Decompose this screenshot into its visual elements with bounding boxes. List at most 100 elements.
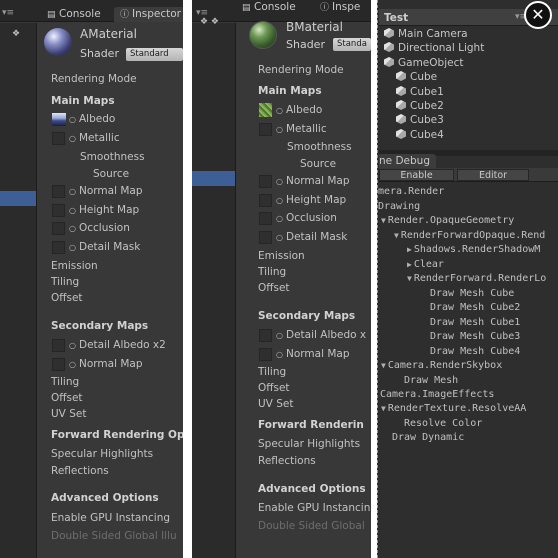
event-item[interactable]: Drawing <box>378 201 420 212</box>
event-item[interactable]: ▼ Camera.RenderSkybox <box>381 360 502 371</box>
tab-menu-icon[interactable]: ▾≡ <box>2 8 14 18</box>
collapsed-arrow-icon[interactable]: ▶ <box>407 260 412 269</box>
event-item[interactable]: Draw Mesh Cube1 <box>430 317 520 328</box>
event-item[interactable]: ▼ Render.OpaqueGeometry <box>381 215 514 226</box>
tag-icon[interactable]: ❖ ❖ <box>200 17 219 27</box>
offset-label: Offset <box>51 292 83 304</box>
expanded-arrow-icon[interactable]: ▼ <box>394 231 399 240</box>
event-item[interactable]: Camera.ImageEffects <box>380 389 494 400</box>
circle-icon: ○ <box>69 243 76 252</box>
height-map-slot[interactable] <box>259 194 272 207</box>
event-item[interactable]: mera.Render <box>378 186 444 197</box>
detail-mask-label[interactable]: ○ Detail Mask <box>69 241 140 253</box>
metallic-label[interactable]: ○ Metallic <box>276 123 327 135</box>
reflections-label[interactable]: Reflections <box>258 455 316 467</box>
collapsed-arrow-icon[interactable]: ▶ <box>407 245 412 254</box>
expanded-arrow-icon[interactable]: ▼ <box>381 404 386 413</box>
uv-set-label[interactable]: UV Set <box>258 398 293 410</box>
event-item[interactable]: ▶ Shadows.RenderShadowM <box>407 244 540 255</box>
source-label[interactable]: Source <box>93 168 129 180</box>
hierarchy-item[interactable]: Cube1 <box>396 86 444 98</box>
height-map-label[interactable]: ○ Height Map <box>69 204 139 216</box>
secondary-normal-map-label[interactable]: ○ Normal Map <box>276 348 350 360</box>
metallic-texture-slot[interactable] <box>259 123 272 136</box>
emission-label[interactable]: Emission <box>258 250 305 262</box>
tab-inspector[interactable]: ⓘ Inspector <box>114 7 183 22</box>
event-item[interactable]: Draw Mesh <box>404 375 458 386</box>
detail-albedo-slot[interactable] <box>259 329 272 342</box>
occlusion-slot[interactable] <box>259 212 272 225</box>
detail-mask-label[interactable]: ○ Detail Mask <box>276 231 347 243</box>
normal-map-slot[interactable] <box>52 185 65 198</box>
expanded-arrow-icon[interactable]: ▼ <box>381 361 386 370</box>
expanded-arrow-icon[interactable]: ▼ <box>381 216 386 225</box>
hierarchy-item[interactable]: Cube3 <box>396 114 444 126</box>
emission-label[interactable]: Emission <box>51 260 98 272</box>
double-sided-gi-label[interactable]: Double Sided Global <box>258 520 365 532</box>
inspector-panel-a: ▾≡ ▤ Console ⓘ Inspector ❖ AMaterial Shade… <box>0 0 183 558</box>
hierarchy-item[interactable]: GameObject <box>384 57 463 69</box>
rendering-mode-label[interactable]: Rendering Mode <box>51 73 137 85</box>
event-item[interactable]: Draw Mesh Cube3 <box>430 331 520 342</box>
tab-console[interactable]: ▤ Console <box>41 7 107 22</box>
close-icon[interactable]: ✕ <box>524 1 552 29</box>
uv-set-label[interactable]: UV Set <box>51 408 86 420</box>
event-item[interactable]: ▼ RenderTexture.ResolveAA <box>381 403 526 414</box>
smoothness-label[interactable]: Smoothness <box>287 141 352 153</box>
tab-inspector[interactable]: ⓘ Inspe <box>314 0 366 15</box>
gpu-instancing-label[interactable]: Enable GPU Instancin <box>258 502 370 514</box>
metallic-texture-slot[interactable] <box>52 132 65 145</box>
occlusion-slot[interactable] <box>52 222 65 235</box>
enable-button[interactable]: Enable <box>379 169 454 181</box>
specular-highlights-label[interactable]: Specular Highlights <box>258 438 360 450</box>
event-item[interactable]: ▼ RenderForward.RenderLo <box>407 273 546 284</box>
shader-dropdown[interactable]: Standard <box>126 48 183 61</box>
shader-dropdown[interactable]: Standa <box>333 38 371 51</box>
tag-icon[interactable]: ❖ <box>12 29 20 39</box>
detail-albedo-label[interactable]: ○ Detail Albedo x <box>276 329 366 341</box>
detail-albedo-label[interactable]: ○ Detail Albedo x2 <box>69 339 166 351</box>
hierarchy-item[interactable]: Directional Light <box>384 42 484 54</box>
detail-albedo-slot[interactable] <box>52 339 65 352</box>
height-map-label[interactable]: ○ Height Map <box>276 194 346 206</box>
event-item[interactable]: ▼ RenderForwardOpaque.Rend <box>394 230 545 241</box>
secondary-normal-map-text: Normal Map <box>79 358 143 370</box>
specular-highlights-label[interactable]: Specular Highlights <box>51 448 153 460</box>
detail-mask-slot[interactable] <box>259 231 272 244</box>
normal-map-label[interactable]: ○ Normal Map <box>276 175 350 187</box>
albedo-texture-slot[interactable] <box>259 103 272 117</box>
expanded-arrow-icon[interactable]: ▼ <box>407 274 412 283</box>
rendering-mode-label[interactable]: Rendering Mode <box>258 64 344 76</box>
event-item[interactable]: Draw Mesh Cube <box>430 288 514 299</box>
smoothness-label[interactable]: Smoothness <box>80 151 145 163</box>
event-item[interactable]: ▶ Clear <box>407 259 444 270</box>
reflections-label[interactable]: Reflections <box>51 465 109 477</box>
normal-map-label[interactable]: ○ Normal Map <box>69 185 143 197</box>
hierarchy-item[interactable]: Cube4 <box>396 129 444 141</box>
albedo-label[interactable]: ○ Albedo <box>69 113 115 125</box>
event-item[interactable]: Draw Mesh Cube2 <box>430 302 520 313</box>
tab-console[interactable]: ▤ Console <box>236 0 302 15</box>
secondary-normal-map-label[interactable]: ○ Normal Map <box>69 358 143 370</box>
occlusion-label[interactable]: ○ Occlusion <box>276 212 337 224</box>
event-item[interactable]: Resolve Color <box>404 418 482 429</box>
tab-frame-debug[interactable]: ne Debug <box>379 154 436 169</box>
hierarchy-item[interactable]: Cube <box>396 71 437 83</box>
secondary-normal-map-slot[interactable] <box>259 348 272 361</box>
metallic-label[interactable]: ○ Metallic <box>69 132 120 144</box>
hierarchy-item[interactable]: Main Camera <box>384 28 468 40</box>
detail-mask-slot[interactable] <box>52 241 65 254</box>
hierarchy-item[interactable]: Cube2 <box>396 100 444 112</box>
event-item[interactable]: Draw Mesh Cube4 <box>430 346 520 357</box>
occlusion-label[interactable]: ○ Occlusion <box>69 222 130 234</box>
normal-map-slot[interactable] <box>259 175 272 188</box>
source-label[interactable]: Source <box>300 158 336 170</box>
secondary-normal-map-slot[interactable] <box>52 358 65 371</box>
event-item[interactable]: Draw Dynamic <box>392 432 464 443</box>
gpu-instancing-label[interactable]: Enable GPU Instancing <box>51 512 170 524</box>
height-map-slot[interactable] <box>52 204 65 217</box>
double-sided-gi-label[interactable]: Double Sided Global Illu <box>51 530 177 542</box>
albedo-texture-slot[interactable] <box>52 113 66 126</box>
editor-dropdown[interactable]: Editor <box>457 169 529 181</box>
albedo-label[interactable]: ○ Albedo <box>276 104 322 116</box>
